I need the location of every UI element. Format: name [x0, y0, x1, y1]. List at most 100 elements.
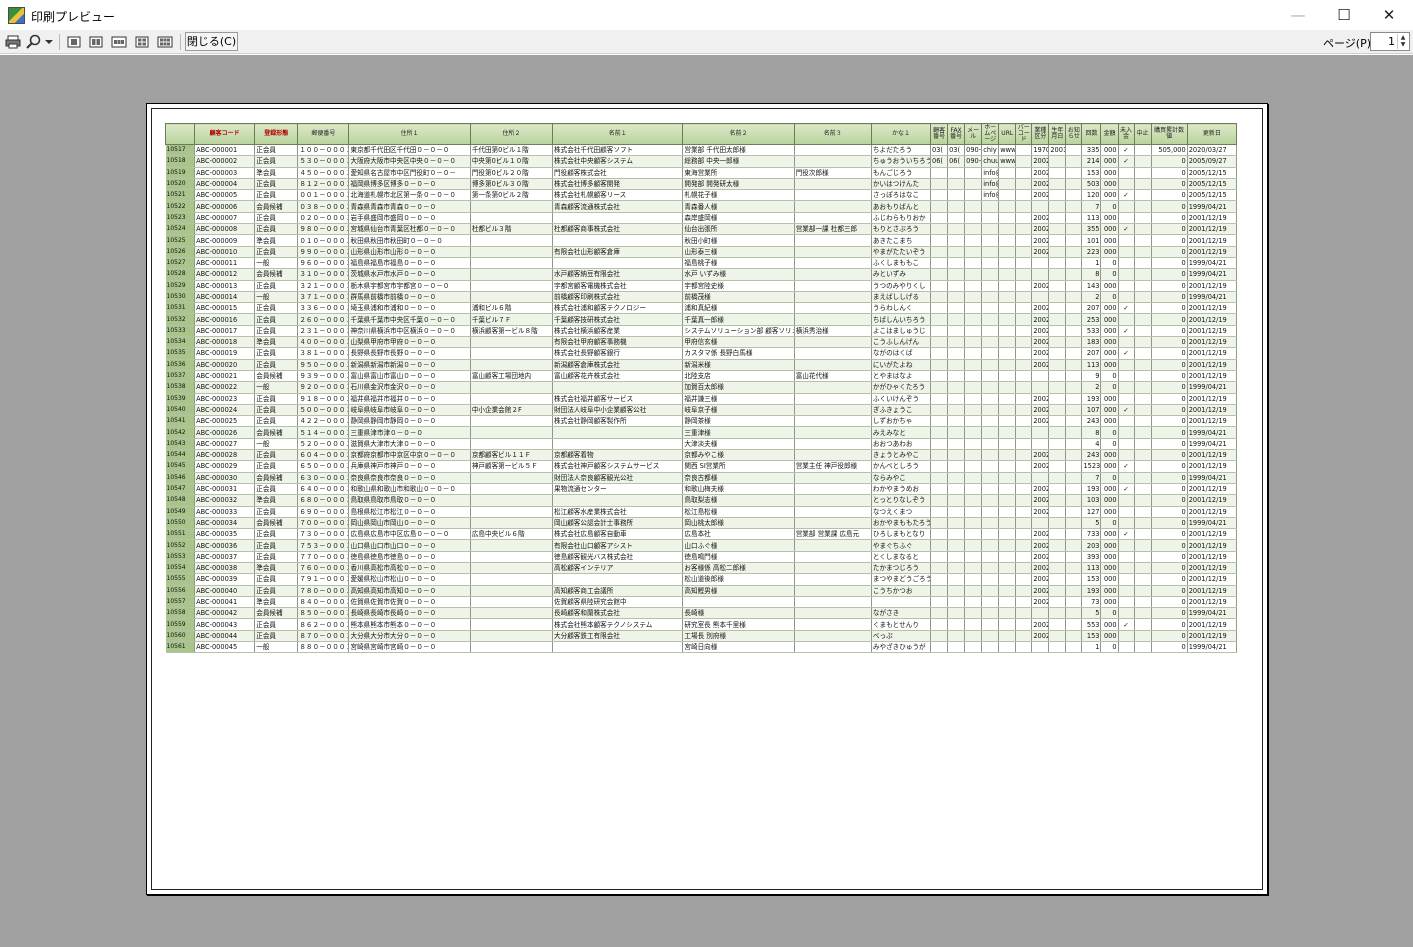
table-cell — [930, 381, 949, 394]
table-cell — [1134, 347, 1152, 360]
table-cell: 2002 — [1031, 404, 1050, 417]
table-cell — [794, 212, 872, 225]
table-cell — [1048, 426, 1067, 439]
table-cell: 大分県大分市大分０－０－０ — [348, 630, 471, 643]
table-cell — [930, 167, 949, 179]
table-cell — [794, 539, 872, 552]
table-cell — [981, 302, 1000, 315]
table-cell — [470, 359, 554, 371]
table-cell: うつのみやりくし — [871, 280, 932, 292]
table-cell: 正会員 — [254, 302, 299, 315]
table-cell: 博多第0ビル３０階 — [470, 178, 554, 191]
table-cell — [1134, 641, 1152, 654]
table-cell: １００－０００１ — [297, 144, 350, 157]
table-cell: 2002 — [1031, 528, 1050, 541]
close-window-button[interactable]: ✕ — [1366, 0, 1412, 30]
table-cell: 宮城県仙台市青葉区杜都０－０－０ — [348, 223, 471, 236]
table-cell: 243 — [1081, 415, 1102, 428]
table-cell: 横浜秀治様 — [794, 325, 872, 338]
table-cell: 富山顧客工場団地内 — [470, 370, 554, 383]
table-cell — [794, 280, 872, 292]
table-cell: 0 — [1151, 347, 1188, 360]
table-cell — [794, 641, 872, 654]
table-cell: 山梨県甲府市甲府０－０－０ — [348, 336, 471, 349]
table-cell: 開発部 開発研太様 — [682, 178, 795, 191]
table-cell — [981, 449, 1000, 462]
column-header: 郵便番号 — [297, 123, 350, 145]
table-cell — [964, 585, 983, 597]
table-cell — [1065, 280, 1083, 292]
print-icon[interactable] — [4, 33, 22, 51]
table-cell: 143 — [1081, 280, 1102, 292]
table-cell — [1031, 268, 1050, 281]
table-cell — [1048, 393, 1067, 405]
chevron-down-icon[interactable] — [44, 33, 54, 51]
table-cell — [998, 460, 1017, 473]
table-cell — [794, 404, 872, 417]
two-pages-icon[interactable] — [87, 33, 105, 51]
six-pages-icon[interactable] — [156, 33, 174, 51]
table-cell — [947, 506, 966, 518]
table-cell: 000 — [1100, 551, 1119, 563]
table-cell: うらわしんく — [871, 302, 932, 315]
table-cell — [981, 291, 1000, 304]
table-cell — [947, 167, 966, 179]
table-cell: 10523 — [165, 212, 196, 225]
table-cell: 岡山桃太郎様 — [682, 517, 795, 530]
table-cell: 10526 — [165, 246, 196, 258]
table-cell: 0 — [1151, 460, 1188, 473]
table-cell — [964, 607, 983, 620]
minimize-button[interactable]: — — [1275, 0, 1321, 30]
table-cell — [1134, 618, 1152, 631]
table-cell: 0 — [1151, 539, 1188, 552]
table-cell — [1134, 246, 1152, 258]
table-cell — [1118, 573, 1135, 586]
table-cell: 000 — [1100, 325, 1119, 338]
three-pages-icon[interactable] — [110, 33, 128, 51]
table-cell: 和歌山県和歌山市和歌山０－０－０ — [348, 483, 471, 496]
table-cell — [1031, 426, 1050, 439]
table-cell — [1015, 370, 1033, 383]
table-cell: 正会員 — [254, 539, 299, 552]
table-cell — [871, 596, 932, 609]
table-cell: 0 — [1100, 381, 1119, 394]
table-row: 10555 ABC-000039 正会員 ７９１－０００１ 愛媛県松山市松山０－０－０ 松… — [165, 573, 1238, 586]
table-cell: やまぐちふぐ — [871, 539, 932, 552]
table-cell — [1118, 562, 1135, 575]
table-cell: 113 — [1081, 212, 1102, 225]
table-cell: 2002 — [1031, 506, 1050, 518]
table-cell — [794, 618, 872, 631]
table-cell: 水戸 いずみ様 — [682, 268, 795, 281]
table-cell — [998, 268, 1017, 281]
table-cell — [981, 528, 1000, 541]
table-cell: ５２０－０００１ — [297, 438, 350, 451]
table-cell: 0 — [1151, 393, 1188, 405]
table-cell — [998, 246, 1017, 258]
table-cell — [1134, 630, 1152, 643]
table-cell: ００１－０００１ — [297, 189, 350, 202]
one-page-icon[interactable] — [65, 33, 83, 51]
close-preview-button[interactable]: 閉じる(C) — [185, 32, 238, 51]
table-cell: 2002 — [1031, 313, 1050, 326]
table-cell — [1118, 607, 1135, 620]
table-cell — [1015, 562, 1033, 575]
page-number-input[interactable]: 1 ▲ ▼ — [1370, 32, 1410, 51]
maximize-button[interactable]: ☐ — [1321, 0, 1367, 30]
table-cell: ５１４－０００１ — [297, 426, 350, 439]
table-cell — [998, 551, 1017, 563]
table-cell: 0 — [1100, 291, 1119, 304]
table-cell: 733 — [1081, 528, 1102, 541]
four-pages-icon[interactable] — [133, 33, 151, 51]
table-cell — [947, 280, 966, 292]
table-cell: ９３９－０００１ — [297, 370, 350, 383]
table-cell — [1065, 472, 1083, 484]
table-cell — [964, 325, 983, 338]
table-cell — [1065, 167, 1083, 179]
zoom-icon[interactable] — [25, 33, 43, 51]
table-cell — [470, 336, 554, 349]
page-spinner[interactable]: ▲ ▼ — [1397, 34, 1408, 49]
table-cell — [1134, 404, 1152, 417]
table-cell: ABC-000022 — [194, 381, 256, 394]
title-bar: 印刷プレビュー — ☐ ✕ — [0, 0, 1413, 30]
table-cell: 000 — [1100, 506, 1119, 518]
